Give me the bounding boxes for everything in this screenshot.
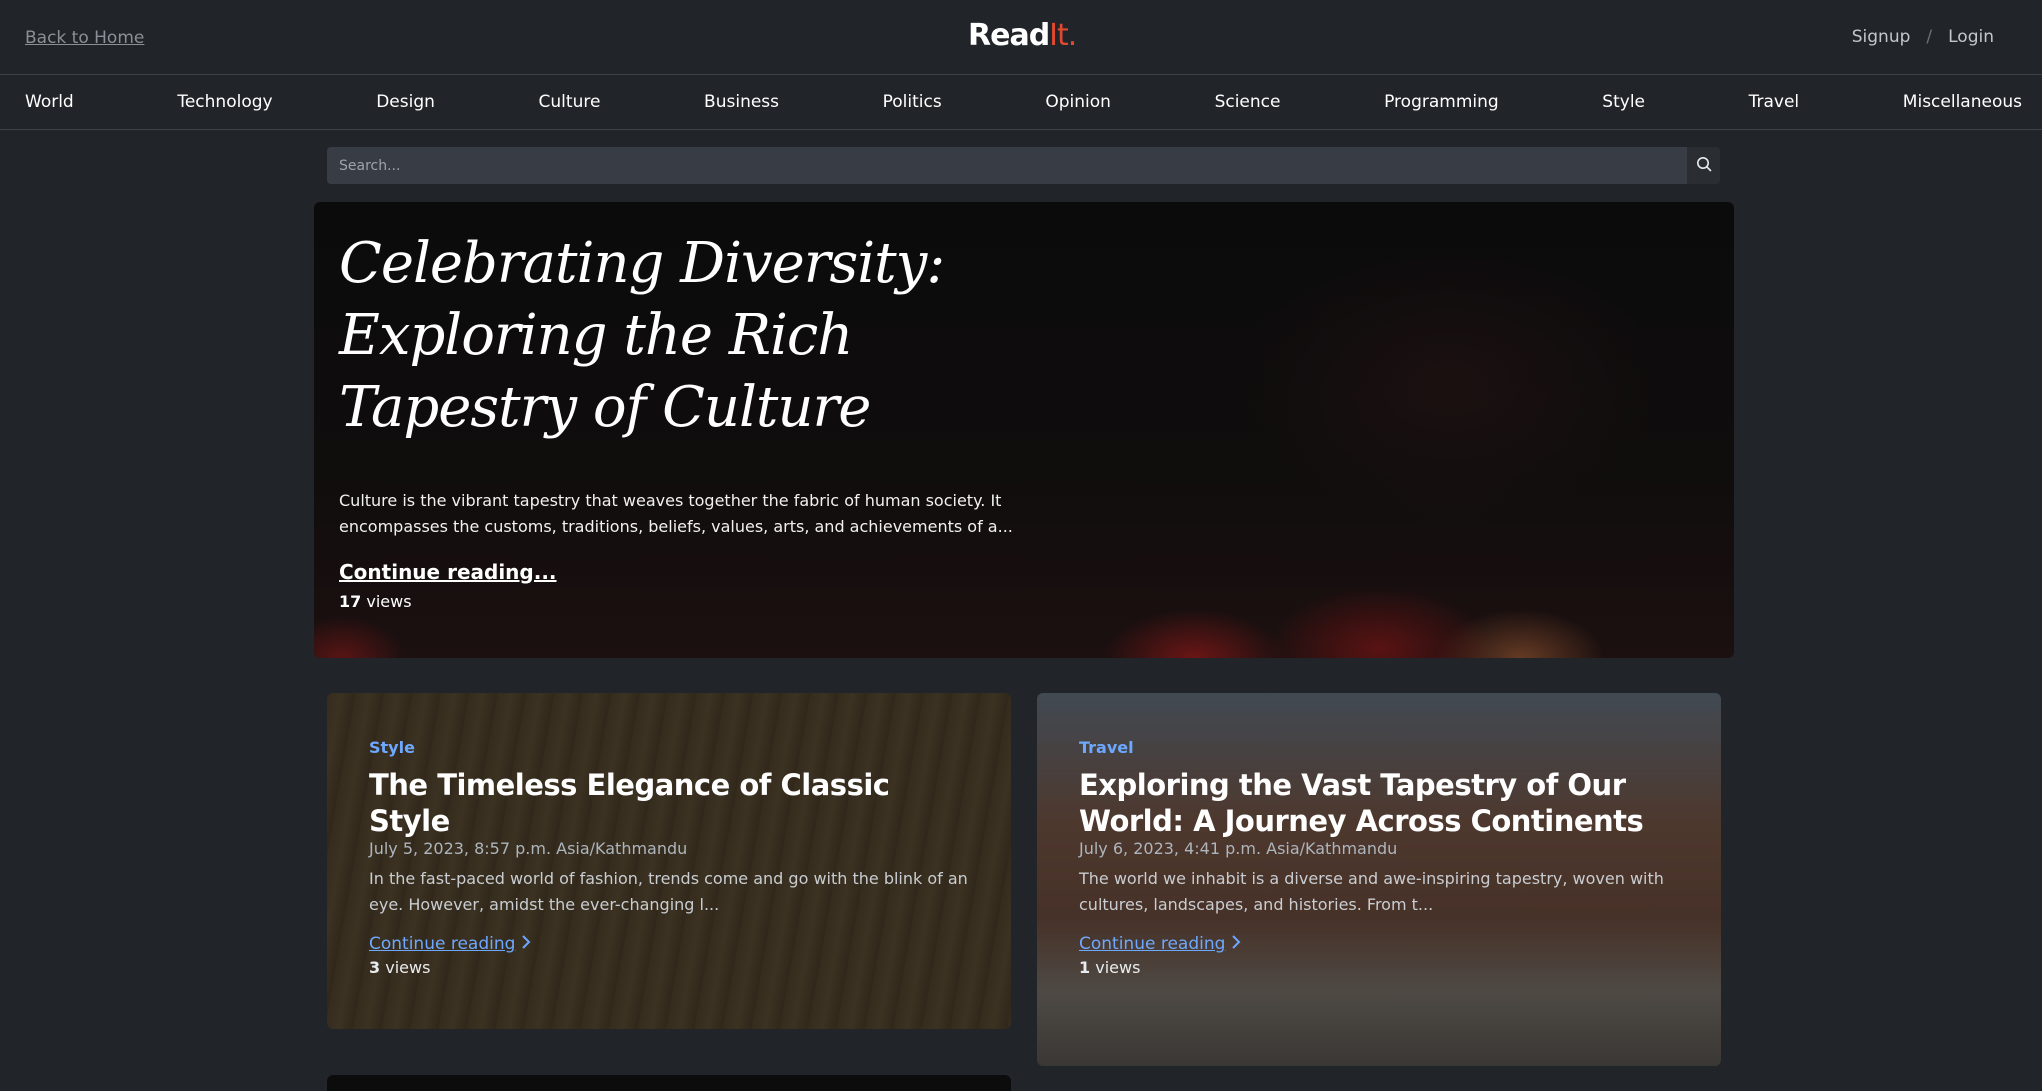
auth-links: Signup / Login <box>1852 27 1994 47</box>
category-link-politics[interactable]: Politics <box>883 92 942 112</box>
featured-article-excerpt: Culture is the vibrant tapestry that wea… <box>339 491 1013 536</box>
login-link[interactable]: Login <box>1948 27 1994 47</box>
article-view-label: views <box>1095 958 1141 977</box>
back-to-home-link[interactable]: Back to Home <box>25 28 144 48</box>
signup-link[interactable]: Signup <box>1852 27 1911 47</box>
article-view-count: 1 views <box>1079 958 1681 977</box>
continue-reading-label: Continue reading <box>369 934 516 954</box>
category-link-programming[interactable]: Programming <box>1384 92 1499 112</box>
article-date: July 5, 2023, 8:57 p.m. Asia/Kathmandu <box>369 839 688 858</box>
search-button[interactable] <box>1687 147 1720 184</box>
article-excerpt: In the fast-paced world of fashion, tren… <box>369 869 968 914</box>
site-logo[interactable]: ReadIt. <box>968 18 1077 53</box>
article-title: The Timeless Elegance of Classic Style <box>369 768 890 838</box>
category-link-design[interactable]: Design <box>376 92 435 112</box>
search-input[interactable] <box>327 147 1687 184</box>
article-card-partial <box>327 1075 1011 1091</box>
article-card: Style The Timeless Elegance of Classic S… <box>327 693 1011 1029</box>
article-view-number: 1 <box>1079 958 1091 977</box>
search-bar <box>327 147 1720 184</box>
chevron-right-icon <box>521 934 531 954</box>
category-link-culture[interactable]: Culture <box>539 92 601 112</box>
featured-continue-reading-link[interactable]: Continue reading... <box>339 560 557 584</box>
category-link-technology[interactable]: Technology <box>177 92 272 112</box>
article-date: July 6, 2023, 4:41 p.m. Asia/Kathmandu <box>1079 839 1398 858</box>
article-title: Exploring the Vast Tapestry of Our World… <box>1079 768 1644 838</box>
article-view-count: 3 views <box>369 958 971 977</box>
continue-reading-link[interactable]: Continue reading <box>369 934 531 954</box>
logo-text: Read <box>968 18 1050 53</box>
logo-accent-text: It. <box>1049 18 1077 53</box>
article-category[interactable]: Travel <box>1079 738 1681 757</box>
featured-view-number: 17 <box>339 592 362 611</box>
search-icon <box>1696 156 1712 175</box>
category-link-science[interactable]: Science <box>1215 92 1281 112</box>
top-header: Back to Home ReadIt. Signup / Login <box>0 0 2042 75</box>
article-view-label: views <box>385 958 431 977</box>
article-card: Travel Exploring the Vast Tapestry of Ou… <box>1037 693 1721 1066</box>
featured-article: Celebrating Diversity: Exploring the Ric… <box>314 202 1734 658</box>
category-link-miscellaneous[interactable]: Miscellaneous <box>1903 92 2022 112</box>
article-excerpt: The world we inhabit is a diverse and aw… <box>1079 869 1664 914</box>
category-link-world[interactable]: World <box>25 92 74 112</box>
continue-reading-link[interactable]: Continue reading <box>1079 934 1241 954</box>
article-view-number: 3 <box>369 958 381 977</box>
continue-reading-label: Continue reading <box>1079 934 1226 954</box>
category-link-travel[interactable]: Travel <box>1749 92 1800 112</box>
article-category[interactable]: Style <box>369 738 971 757</box>
chevron-right-icon <box>1231 934 1241 954</box>
category-nav: World Technology Design Culture Business… <box>0 75 2042 130</box>
featured-view-label: views <box>366 592 412 611</box>
featured-article-title: Celebrating Diversity: Exploring the Ric… <box>339 231 945 440</box>
auth-separator: / <box>1926 27 1933 47</box>
featured-view-count: 17 views <box>339 592 412 611</box>
category-link-style[interactable]: Style <box>1602 92 1645 112</box>
category-link-business[interactable]: Business <box>704 92 779 112</box>
category-link-opinion[interactable]: Opinion <box>1045 92 1111 112</box>
